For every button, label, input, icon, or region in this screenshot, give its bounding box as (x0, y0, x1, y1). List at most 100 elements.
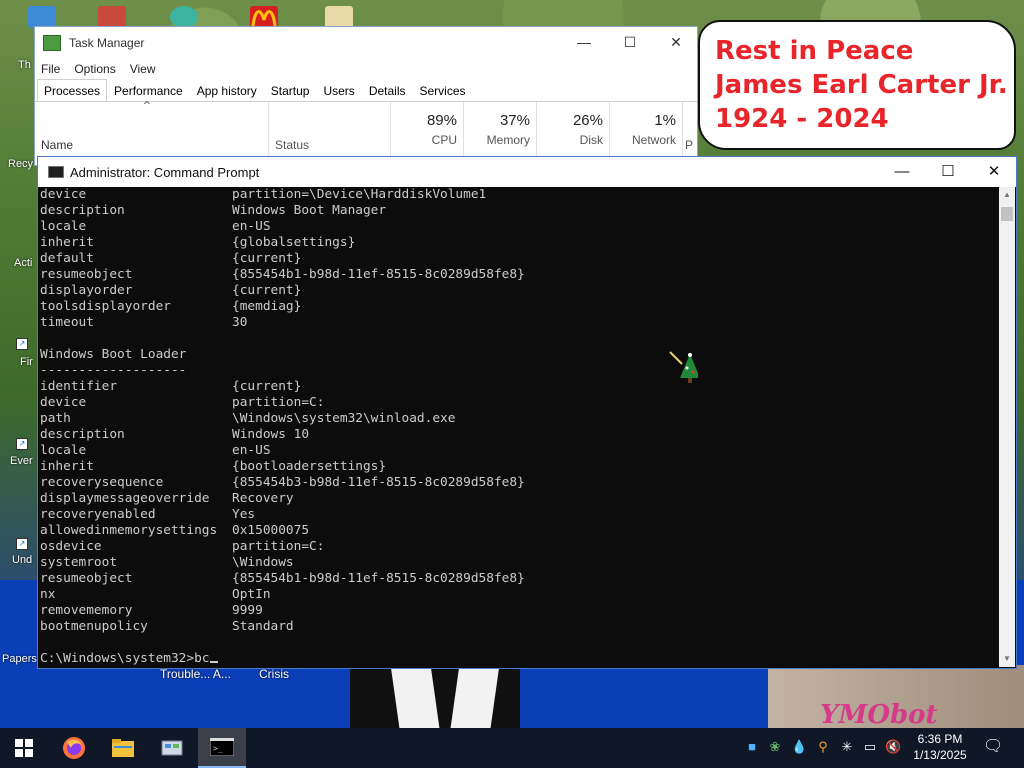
console-line: displaymessageoverride Recovery (40, 491, 998, 507)
firefox-icon[interactable] (50, 728, 98, 768)
console-line: toolsdisplayorder {memdiag} (40, 299, 998, 315)
console-line: osdevice partition=C: (40, 539, 998, 555)
task-manager-window[interactable]: Task Manager — ☐ ✕ File Options View Pro… (34, 26, 698, 166)
console-line: inherit {bootloadersettings} (40, 459, 998, 475)
console-line: default {current} (40, 251, 998, 267)
menu-file[interactable]: File (41, 59, 60, 79)
window-title: Task Manager (69, 36, 145, 50)
menu-bar: File Options View (35, 59, 697, 79)
console-value: {current} (232, 283, 302, 298)
console-key: device (40, 395, 87, 410)
tab-services[interactable]: Services (413, 79, 473, 101)
desktop-icon-label[interactable]: Papers (2, 653, 37, 665)
control-panel-icon[interactable] (148, 728, 196, 768)
console-key: Windows Boot Loader (40, 347, 187, 362)
scroll-down-arrow-icon[interactable]: ▼ (999, 651, 1015, 667)
memory-percent: 37% (499, 112, 530, 129)
memorial-note: Rest in Peace James Earl Carter Jr. 1924… (698, 20, 1016, 150)
taskbar-clock[interactable]: 6:36 PM 1/13/2025 (905, 731, 975, 763)
tray-app-icon[interactable]: ❀ (767, 739, 783, 755)
tab-startup[interactable]: Startup (264, 79, 317, 101)
console-line: removememory 9999 (40, 603, 998, 619)
windows-start-icon[interactable] (0, 728, 48, 768)
desktop-icon-label[interactable]: Th (18, 59, 31, 71)
console-key: default (40, 251, 94, 266)
network-icon[interactable]: ▭ (862, 739, 878, 755)
console-line: resumeobject {855454b1-b98d-11ef-8515-8c0… (40, 571, 998, 587)
console-key: recoveryenabled (40, 507, 156, 522)
console-key: resumeobject (40, 571, 133, 586)
network-percent: 1% (654, 112, 676, 129)
tab-app-history[interactable]: App history (190, 79, 264, 101)
task-manager-titlebar[interactable]: Task Manager — ☐ ✕ (35, 27, 697, 59)
menu-options[interactable]: Options (74, 59, 115, 79)
console-key: inherit (40, 459, 94, 474)
desktop-icon-label[interactable]: Fir (20, 356, 33, 368)
tab-users[interactable]: Users (316, 79, 361, 101)
desktop-icon-label[interactable]: Crisis (259, 667, 289, 681)
console-key: toolsdisplayorder (40, 299, 171, 314)
console-line: path \Windows\system32\winload.exe (40, 411, 998, 427)
console-key: allowedinmemorysettings (40, 523, 218, 538)
water-drop-icon[interactable]: 💧 (791, 739, 807, 755)
close-button[interactable]: ✕ (653, 27, 699, 57)
notes-icon[interactable]: ■ (744, 739, 760, 755)
console-value: {855454b1-b98d-11ef-8515-8c0289d58fe8} (232, 571, 525, 586)
command-prompt-window[interactable]: Administrator: Command Prompt — ☐ ✕ devi… (37, 156, 1017, 669)
menu-view[interactable]: View (130, 59, 156, 79)
console-value: \Windows (232, 555, 294, 570)
tab-processes[interactable]: Processes (37, 79, 108, 101)
console-line: ------------------- (40, 363, 998, 379)
desktop-app-icon[interactable] (325, 6, 353, 28)
shortcut-arrow-icon: ↗ (16, 338, 28, 350)
cpu-label: CPU (431, 133, 457, 147)
minimize-button[interactable]: — (561, 27, 607, 57)
desktop-icon-label[interactable]: Recy (8, 158, 33, 170)
console-line: Windows Boot Loader (40, 347, 998, 363)
close-button[interactable]: ✕ (971, 157, 1017, 187)
command-prompt-taskbar-button[interactable]: >_ (198, 728, 246, 768)
vertical-scrollbar[interactable]: ▲ ▼ (999, 187, 1015, 667)
console-value: Recovery (232, 491, 294, 506)
console-output[interactable]: device partition=\Device\HarddiskVolume1 d… (40, 187, 998, 665)
clock-time: 6:36 PM (917, 732, 963, 746)
console-line: identifier {current} (40, 379, 998, 395)
scroll-thumb[interactable] (1001, 207, 1013, 221)
console-value: {bootloadersettings} (232, 459, 387, 474)
console-key: device (40, 187, 87, 202)
console-value: {current} (232, 251, 302, 266)
file-explorer-icon[interactable] (99, 728, 147, 768)
desktop-app-icon[interactable] (170, 6, 198, 28)
console-prompt-line[interactable]: C:\Windows\system32>bc (40, 651, 998, 665)
scroll-up-arrow-icon[interactable]: ▲ (999, 187, 1015, 203)
column-name[interactable]: Name (41, 138, 73, 152)
command-prompt-titlebar[interactable]: Administrator: Command Prompt — ☐ ✕ (38, 157, 1016, 187)
shortcut-arrow-icon: ↗ (16, 538, 28, 550)
desktop-app-icon[interactable] (98, 6, 126, 28)
console-key: locale (40, 219, 87, 234)
desktop-icon-label[interactable]: Ever (10, 455, 33, 467)
desktop-app-icon[interactable] (28, 6, 56, 28)
console-key: timeout (40, 315, 94, 330)
maximize-button[interactable]: ☐ (925, 157, 971, 187)
minimize-button[interactable]: — (879, 157, 925, 187)
network-star-icon[interactable]: ✳ (839, 739, 855, 755)
notifications-icon[interactable]: 🗨 (983, 739, 1003, 755)
console-key: systemroot (40, 555, 118, 570)
window-title: Administrator: Command Prompt (70, 164, 260, 180)
desktop-icon-label[interactable]: Trouble... A... (160, 667, 231, 681)
search-magnifier-icon[interactable]: ⚲ (815, 739, 831, 755)
console-value: \Windows\system32\winload.exe (232, 411, 456, 426)
desktop-icon-label[interactable]: Und (12, 554, 32, 566)
console-key: nx (40, 587, 56, 602)
desktop-icon-label[interactable]: Acti (14, 257, 32, 269)
console-key: ------------------- (40, 363, 187, 378)
console-line: device partition=\Device\HarddiskVolume1 (40, 187, 998, 203)
volume-muted-icon[interactable]: 🔇 (885, 739, 901, 755)
mcdonalds-icon[interactable] (250, 6, 278, 28)
console-value: {current} (232, 379, 302, 394)
tab-details[interactable]: Details (362, 79, 413, 101)
console-line: recoveryenabled Yes (40, 507, 998, 523)
sort-chevron-up-icon[interactable]: ⌃ (141, 98, 153, 115)
maximize-button[interactable]: ☐ (607, 27, 653, 57)
